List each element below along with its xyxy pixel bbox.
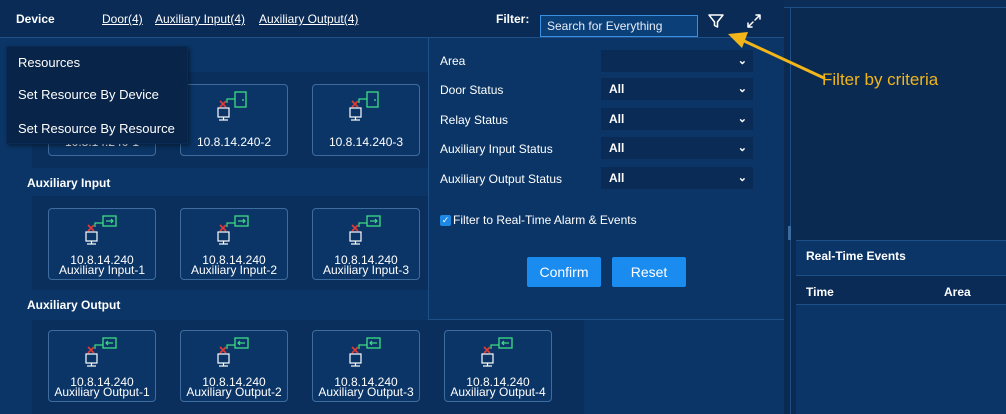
menu-item-resources[interactable]: Resources [18, 55, 80, 70]
top-toolbar: Device Door(4) Auxiliary Input(4) Auxili… [0, 0, 784, 38]
real-time-events-title: Real-Time Events [806, 249, 906, 263]
auxiliary-output-status-value: All [609, 171, 625, 185]
column-area: Area [944, 285, 971, 299]
card-name: Auxiliary Output-1 [54, 385, 150, 399]
door-card-label: 10.8.14.240-3 [328, 135, 404, 149]
menu-item-set-by-resource[interactable]: Set Resource By Resource [18, 121, 175, 136]
resize-handle[interactable] [788, 226, 791, 240]
chevron-down-icon: ⌄ [737, 172, 747, 184]
auxiliary-output-icon [481, 337, 513, 367]
auxiliary-input-card[interactable]: 10.8.14.240 Auxiliary Input-2 [180, 208, 288, 280]
card-name: Auxiliary Output-2 [186, 385, 282, 399]
auxiliary-output-status-label: Auxiliary Output Status [440, 172, 563, 186]
search-input[interactable] [540, 15, 698, 37]
events-table-header: Time Area [796, 275, 1006, 305]
column-time: Time [806, 285, 834, 299]
checkbox-checked-icon: ✓ [440, 214, 451, 226]
auxiliary-input-card[interactable]: 10.8.14.240 Auxiliary Input-1 [48, 208, 156, 280]
relay-status-select[interactable]: All ⌄ [601, 108, 753, 130]
area-label: Area [440, 54, 466, 68]
auxiliary-input-icon [349, 215, 381, 245]
relay-status-value: All [609, 112, 625, 126]
card-name: Auxiliary Output-3 [318, 385, 414, 399]
auxiliary-output-icon [217, 337, 249, 367]
main-panel: Device Door(4) Auxiliary Input(4) Auxili… [0, 0, 784, 414]
door-status-value: All [609, 82, 625, 96]
auxiliary-output-card[interactable]: 10.8.14.240 Auxiliary Output-3 [312, 330, 420, 402]
auxiliary-input-title: Auxiliary Input [27, 176, 111, 190]
auxiliary-input-status-value: All [609, 141, 625, 155]
auxiliary-input-tab[interactable]: Auxiliary Input(4) [155, 12, 245, 26]
card-name: Auxiliary Input-1 [58, 263, 146, 277]
relay-status-label: Relay Status [440, 113, 509, 127]
auxiliary-input-icon [217, 215, 249, 245]
right-panel-top-border [784, 0, 1006, 8]
annotation-text: Filter by criteria [822, 70, 939, 89]
realtime-filter-label: Filter to Real-Time Alarm & Events [453, 213, 637, 227]
app-root: Device Door(4) Auxiliary Input(4) Auxili… [0, 0, 1006, 414]
auxiliary-output-card[interactable]: 10.8.14.240 Auxiliary Output-4 [444, 330, 552, 402]
door-tab[interactable]: Door(4) [102, 12, 143, 26]
auxiliary-input-status-select[interactable]: All ⌄ [601, 137, 753, 159]
chevron-down-icon: ⌄ [737, 113, 747, 125]
auxiliary-output-tab[interactable]: Auxiliary Output(4) [259, 12, 358, 26]
auxiliary-input-icon [85, 215, 117, 245]
card-name: Auxiliary Input-2 [190, 263, 278, 277]
filter-label: Filter: [496, 12, 530, 26]
confirm-button[interactable]: Confirm [527, 257, 601, 287]
door-status-label: Door Status [440, 83, 504, 97]
chevron-down-icon: ⌄ [737, 142, 747, 154]
auxiliary-input-card[interactable]: 10.8.14.240 Auxiliary Input-3 [312, 208, 420, 280]
door-card[interactable]: 10.8.14.240-2 [180, 84, 288, 156]
card-name: Auxiliary Input-3 [322, 263, 410, 277]
auxiliary-output-icon [349, 337, 381, 367]
resource-menu: Resources Set Resource By Device Set Res… [6, 46, 188, 144]
auxiliary-output-card[interactable]: 10.8.14.240 Auxiliary Output-1 [48, 330, 156, 402]
door-device-icon [217, 91, 247, 121]
door-card-label: 10.8.14.240-2 [196, 135, 272, 149]
auxiliary-output-card[interactable]: 10.8.14.240 Auxiliary Output-2 [180, 330, 288, 402]
auxiliary-input-status-label: Auxiliary Input Status [440, 142, 553, 156]
reset-button[interactable]: Reset [612, 257, 686, 287]
auxiliary-output-icon [85, 337, 117, 367]
card-name: Auxiliary Output-4 [450, 385, 546, 399]
door-card[interactable]: 10.8.14.240-3 [312, 84, 420, 156]
menu-item-set-by-device[interactable]: Set Resource By Device [18, 87, 159, 102]
annotation-arrow [728, 32, 826, 80]
realtime-filter-checkbox[interactable]: ✓ Filter to Real-Time Alarm & Events [440, 213, 637, 227]
auxiliary-output-title: Auxiliary Output [27, 298, 121, 312]
device-tab[interactable]: Device [16, 12, 55, 26]
real-time-events-panel: Real-Time Events Time Area [796, 240, 1006, 414]
auxiliary-output-status-select[interactable]: All ⌄ [601, 167, 753, 189]
door-device-icon [349, 91, 379, 121]
